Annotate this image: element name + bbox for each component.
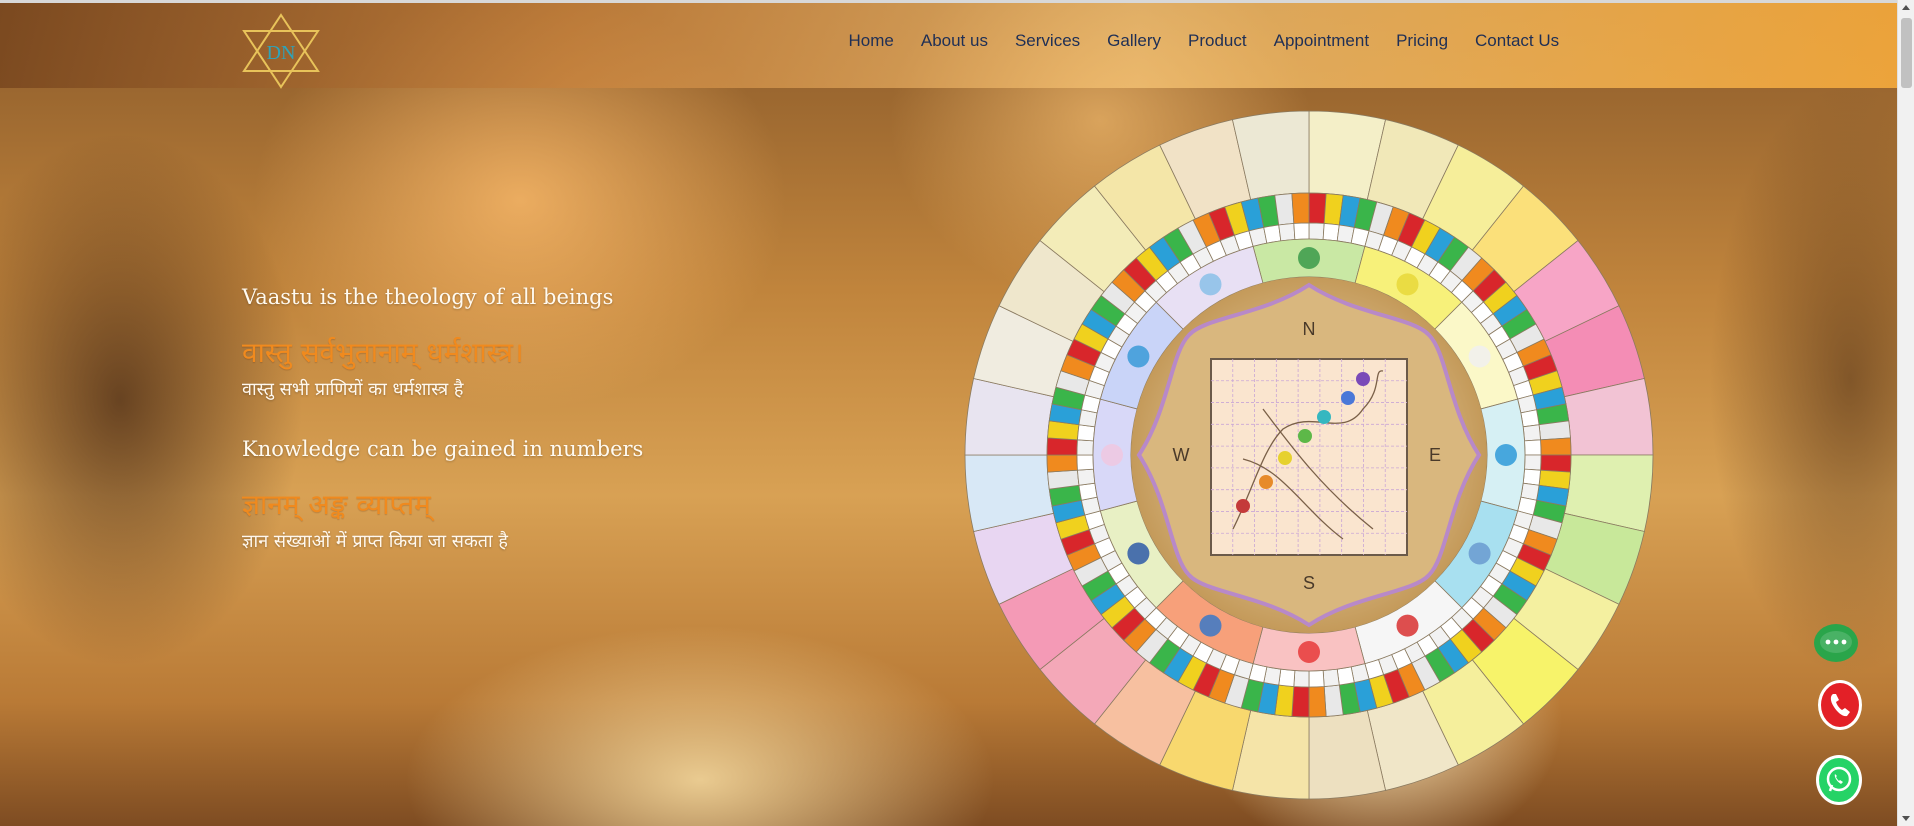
direction-north: N — [1303, 319, 1316, 339]
nav-contact-us[interactable]: Contact Us — [1462, 31, 1573, 51]
number-cell — [1322, 668, 1340, 687]
phone-icon — [1830, 694, 1850, 717]
chakra-root — [1236, 499, 1250, 513]
color-band-cell — [1540, 437, 1572, 456]
chakra-throat — [1317, 410, 1331, 424]
page-scrollbar[interactable] — [1897, 0, 1914, 826]
number-cell — [1278, 668, 1296, 687]
top-navbar: DN Home About us Services Gallery Produc… — [0, 0, 1897, 89]
site-logo[interactable]: DN — [240, 13, 322, 89]
number-cell — [1522, 424, 1541, 442]
direction-west: W — [1173, 445, 1190, 465]
chakra-third-eye — [1341, 391, 1355, 405]
hero-line2-hindi: ज्ञान संख्याओं में प्राप्त किया जा सकता … — [242, 531, 508, 552]
hero-line1-english: Vaastu is the theology of all beings — [242, 285, 614, 309]
chakra-heart — [1298, 429, 1312, 443]
zodiac-sign-icon — [1495, 444, 1517, 466]
zodiac-sign-icon — [1199, 273, 1222, 296]
nav-product[interactable]: Product — [1175, 31, 1261, 51]
number-cell — [1076, 439, 1094, 456]
star-of-david-icon: DN — [242, 13, 320, 89]
number-cell — [1520, 409, 1540, 428]
zodiac-sign-icon — [1298, 641, 1320, 663]
zodiac-sign-icon — [1199, 614, 1222, 637]
zodiac-sign-icon — [1396, 614, 1419, 637]
chat-bubble-icon — [1820, 631, 1852, 653]
zodiac-sign-icon — [1396, 273, 1419, 296]
nav-about-us[interactable]: About us — [907, 31, 1001, 51]
logo-text: DN — [267, 42, 296, 64]
zodiac-sign-icon — [1127, 345, 1150, 368]
whatsapp-button[interactable] — [1816, 755, 1862, 805]
number-cell — [1076, 454, 1094, 471]
zodiac-sign-icon — [1468, 345, 1491, 368]
number-cell — [1077, 468, 1096, 486]
nav-home[interactable]: Home — [835, 31, 907, 51]
scroll-down-arrow-icon[interactable] — [1902, 816, 1910, 821]
number-cell — [1293, 222, 1310, 240]
chakra-crown — [1356, 372, 1370, 386]
hero-line1-sanskrit: वास्तु सर्वभुतानाम् धर्मशास्त्र। — [242, 336, 524, 369]
number-cell — [1308, 670, 1325, 688]
color-band-cell — [1291, 192, 1310, 224]
scroll-up-arrow-icon[interactable] — [1902, 5, 1910, 10]
zodiac-sign-icon — [1468, 542, 1491, 565]
main-menu: Home About us Services Gallery Product A… — [835, 31, 1573, 51]
chakra-sacral — [1259, 475, 1273, 489]
nav-appointment[interactable]: Appointment — [1260, 31, 1382, 51]
chakra-solar — [1278, 451, 1292, 465]
number-cell — [1524, 439, 1542, 456]
whatsapp-icon — [1826, 766, 1852, 792]
zodiac-sign-icon — [1101, 444, 1123, 466]
call-button[interactable] — [1818, 680, 1862, 730]
number-cell — [1263, 224, 1282, 244]
direction-east: E — [1429, 445, 1441, 465]
color-band-cell — [1308, 686, 1327, 718]
nav-pricing[interactable]: Pricing — [1383, 31, 1462, 51]
hero-line1-hindi: वास्तु सभी प्राणियों का धर्मशास्त्र है — [242, 379, 464, 400]
vaastu-grid-square — [1210, 358, 1408, 556]
nav-gallery[interactable]: Gallery — [1094, 31, 1175, 51]
color-band-cell — [1046, 454, 1078, 473]
number-cell — [1522, 468, 1541, 486]
zodiac-sign-icon — [1298, 247, 1320, 269]
number-cell — [1524, 454, 1542, 471]
color-band-cell — [1308, 192, 1327, 224]
number-cell — [1322, 223, 1340, 242]
vaastu-mandala-wheel: N S E W — [964, 110, 1654, 800]
hero-line2-sanskrit: ज्ञानम् अङ्क व्याप्तम् — [242, 488, 431, 521]
number-cell — [1077, 424, 1096, 442]
number-cell — [1308, 222, 1325, 240]
hero-line2-english: Knowledge can be gained in numbers — [242, 437, 644, 461]
direction-south: S — [1303, 573, 1315, 593]
color-band-cell — [1540, 454, 1572, 473]
number-cell — [1278, 223, 1296, 242]
number-cell — [1293, 670, 1310, 688]
number-cell — [1336, 666, 1355, 686]
color-band-cell — [1291, 686, 1310, 718]
nav-services[interactable]: Services — [1001, 31, 1093, 51]
chat-button[interactable] — [1814, 624, 1858, 662]
hero-text-block: Vaastu is the theology of all beings वास… — [242, 285, 862, 553]
number-cell — [1078, 482, 1098, 501]
zodiac-sign-icon — [1127, 542, 1150, 565]
scroll-thumb[interactable] — [1901, 18, 1912, 88]
color-band-cell — [1046, 437, 1078, 456]
